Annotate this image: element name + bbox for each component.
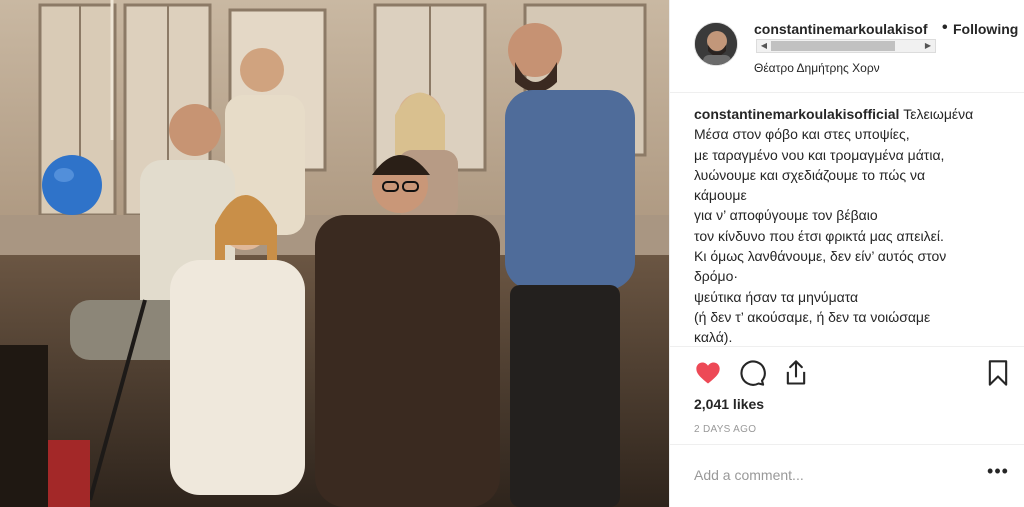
caption-line: ψεύτικα ήσαν τα μηνύματα [694,288,859,305]
avatar-image [695,23,737,65]
caption-line: καλά). [694,329,733,346]
instagram-post: constantinemarkoulakisof • Following ◀ ▶… [0,0,1024,507]
caption-line: Τελειωμένα [903,106,974,122]
more-options-icon[interactable]: ••• [986,461,1010,485]
following-button[interactable]: Following [953,21,1018,37]
post-timestamp[interactable]: 2 DAYS AGO [694,424,756,435]
caption-line: Κι όμως λανθάνουμε, δεν είν’ αυτός στον [694,248,947,265]
comment-bar: ••• [670,444,1024,507]
comment-icon[interactable] [738,359,766,387]
scroll-right-icon[interactable]: ▶ [921,40,935,52]
caption-line: για ν’ αποφύγουμε τον βέβαιο [694,207,878,224]
caption-line: λυώνουμε και σχεδιάζουμε το πώς να [694,166,926,183]
caption-line: με ταραγμένο νου και τρομαγμένα μάτια, [694,146,945,163]
post-caption: constantinemarkoulakisofficial Τελειωμέν… [694,104,1016,348]
scroll-left-icon[interactable]: ◀ [757,40,771,52]
post-photo[interactable] [0,0,669,507]
caption-first-line: constantinemarkoulakisofficial Τελειωμέν… [694,104,1016,124]
comment-input[interactable] [694,463,964,487]
caption-line: κάμουμε [694,187,747,204]
share-icon[interactable] [782,359,810,387]
avatar[interactable] [694,22,738,66]
bookmark-icon[interactable] [984,359,1012,387]
caption-line: (ή δεν τ’ ακούσαμε, ή δεν τα νοιώσαμε [694,308,931,325]
caption-username[interactable]: constantinemarkoulakisofficial [694,106,899,122]
caption-line: τον κίνδυνο που έτσι φρικτά μας απειλεί. [694,227,944,244]
post-header: constantinemarkoulakisof • Following ◀ ▶… [670,0,1024,93]
caption-line: δρόμο· [694,268,739,285]
separator-dot: • [942,19,948,36]
location-link[interactable]: Θέατρο Δημήτρης Χορν [754,61,880,75]
caption-line: Μέσα στον φόβο και στες υποψίες, [694,126,910,143]
scrollbar-thumb[interactable] [771,41,895,51]
heart-icon[interactable] [694,359,722,387]
photo-scene-illustration [0,0,669,507]
likes-count[interactable]: 2,041 likes [694,396,764,412]
post-side-panel: constantinemarkoulakisof • Following ◀ ▶… [669,0,1024,507]
post-username[interactable]: constantinemarkoulakisof [754,21,928,37]
horizontal-scrollbar[interactable]: ◀ ▶ [756,39,936,53]
